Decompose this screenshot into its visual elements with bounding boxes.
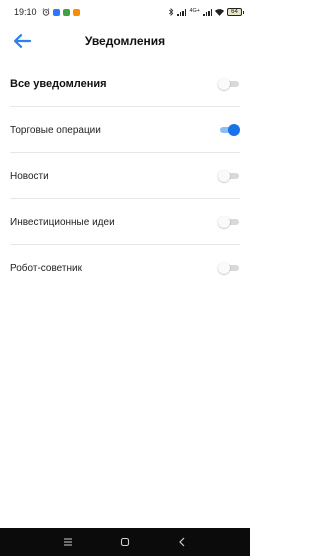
page-title: Уведомления <box>84 34 166 48</box>
setting-label: Робот-советник <box>10 262 82 274</box>
toggle-knob <box>228 124 240 136</box>
toggle-knob <box>218 262 230 274</box>
app-notification-icon <box>52 8 60 16</box>
system-nav-bar <box>0 528 250 556</box>
status-right: 4G+ 64 <box>168 8 244 16</box>
setting-label: Новости <box>10 170 49 182</box>
signal-icon <box>177 8 187 16</box>
battery-icon: 64 <box>227 8 244 16</box>
menu-button[interactable] <box>58 532 78 552</box>
setting-label: Все уведомления <box>10 78 107 90</box>
status-time: 19:10 <box>14 7 37 17</box>
setting-row-investment-ideas[interactable]: Инвестиционные идеи <box>0 199 250 245</box>
signal-icon <box>203 8 212 16</box>
bluetooth-icon <box>169 8 174 16</box>
robo-advisor-toggle[interactable] <box>218 262 240 274</box>
setting-row-all-notifications[interactable]: Все уведомления <box>0 61 250 107</box>
news-toggle[interactable] <box>218 170 240 182</box>
investment-ideas-toggle[interactable] <box>218 216 240 228</box>
app-bar: Уведомления <box>0 26 250 56</box>
app-notification-icon <box>62 8 70 16</box>
trading-operations-toggle[interactable] <box>218 124 240 136</box>
network-type: 4G+ <box>189 8 200 15</box>
back-button[interactable] <box>12 32 32 50</box>
setting-label: Торговые операции <box>10 124 101 136</box>
back-arrow-icon <box>13 34 31 48</box>
toggle-knob <box>218 170 230 182</box>
setting-row-trading-operations[interactable]: Торговые операции <box>0 107 250 153</box>
setting-row-robo-advisor[interactable]: Робот-советник <box>0 245 250 291</box>
alarm-icon <box>42 8 49 16</box>
back-nav-button[interactable] <box>172 532 192 552</box>
home-icon <box>120 537 130 547</box>
back-icon <box>178 537 185 547</box>
all-notifications-toggle[interactable] <box>218 78 240 90</box>
app-notification-icon <box>72 8 80 16</box>
status-left: 19:10 <box>14 7 80 17</box>
setting-label: Инвестиционные идеи <box>10 216 115 228</box>
menu-icon <box>64 538 73 546</box>
toggle-knob <box>218 78 230 90</box>
toggle-knob <box>218 216 230 228</box>
setting-row-news[interactable]: Новости <box>0 153 250 199</box>
settings-list: Все уведомления Торговые операции Новост… <box>0 61 250 291</box>
wifi-icon <box>215 8 224 16</box>
status-bar: 19:10 4G+ 64 <box>0 0 250 24</box>
home-button[interactable] <box>115 532 135 552</box>
